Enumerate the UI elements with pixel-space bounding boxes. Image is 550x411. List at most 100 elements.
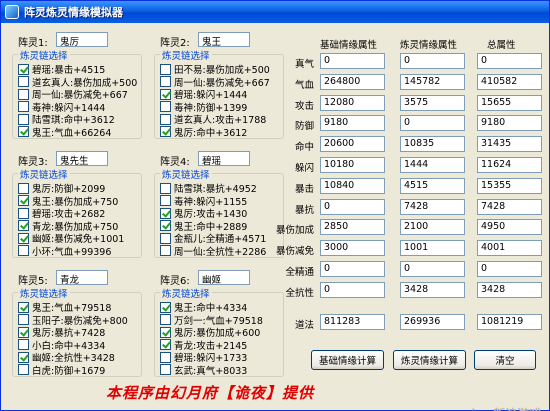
link-checkbox[interactable] xyxy=(18,245,29,256)
link-option[interactable]: 道玄真人:暴伤加成+500 xyxy=(18,76,137,89)
link-option[interactable]: 鬼厉:命中+3612 xyxy=(160,126,247,139)
stat-value-field[interactable]: 15355 xyxy=(477,177,542,194)
stat-value-field[interactable]: 0 xyxy=(477,261,542,277)
link-option[interactable]: 碧瑶:躲闪+1444 xyxy=(160,88,247,101)
link-checkbox[interactable] xyxy=(18,126,29,137)
stat-value-field[interactable]: 0 xyxy=(477,53,542,69)
link-checkbox[interactable] xyxy=(18,339,29,350)
link-checkbox[interactable] xyxy=(18,88,29,100)
stat-value-field[interactable]: 20600 xyxy=(320,136,385,153)
stat-value-field[interactable]: 10180 xyxy=(320,157,385,173)
link-option[interactable]: 幽姬:全抗性+3428 xyxy=(18,351,115,364)
spirit-name-input-6[interactable]: 幽姬 xyxy=(198,270,250,285)
stat-value-field[interactable]: 15655 xyxy=(477,94,542,111)
link-checkbox[interactable] xyxy=(160,339,171,350)
link-option[interactable]: 青龙:暴伤加成+750 xyxy=(18,220,118,233)
title-bar[interactable]: 阵灵炼灵情缘模拟器 xyxy=(1,1,549,23)
link-option[interactable]: 白虎:防御+1679 xyxy=(18,364,105,377)
link-checkbox[interactable] xyxy=(18,63,29,75)
link-option[interactable]: 幽姬:暴伤减免+1001 xyxy=(18,232,124,245)
stat-value-field[interactable]: 3428 xyxy=(477,281,542,298)
stat-value-field[interactable]: 2100 xyxy=(400,219,465,236)
link-checkbox[interactable] xyxy=(160,101,171,112)
stat-value-field[interactable]: 9180 xyxy=(320,115,385,132)
stat-value-field[interactable]: 0 xyxy=(320,261,385,277)
link-option[interactable]: 青龙:攻击+2145 xyxy=(160,339,247,352)
link-option[interactable]: 鬼王:气血+66264 xyxy=(18,126,111,139)
link-option[interactable]: 玄武:真气+8033 xyxy=(160,364,247,377)
link-checkbox[interactable] xyxy=(160,326,171,338)
link-checkbox[interactable] xyxy=(160,351,171,363)
link-checkbox[interactable] xyxy=(18,182,29,194)
stat-value-field[interactable]: 7428 xyxy=(400,198,465,215)
stat-value-field[interactable]: 0 xyxy=(400,53,465,69)
link-option[interactable]: 鬼厉:防御+2099 xyxy=(18,182,105,195)
spirit-name-input-1[interactable]: 鬼厉 xyxy=(56,32,108,47)
link-option[interactable]: 鬼厉:暴抗+7428 xyxy=(18,326,105,339)
link-checkbox[interactable] xyxy=(160,195,171,206)
link-option[interactable]: 道玄真人:攻击+1788 xyxy=(160,113,266,126)
link-checkbox[interactable] xyxy=(160,182,171,194)
link-option[interactable]: 碧瑶:暴击+4515 xyxy=(18,63,105,76)
link-checkbox[interactable] xyxy=(160,88,171,100)
stat-value-field[interactable]: 0 xyxy=(400,115,465,132)
link-checkbox[interactable] xyxy=(18,220,29,231)
stat-value-field[interactable]: 10835 xyxy=(400,136,465,153)
link-checkbox[interactable] xyxy=(18,207,29,219)
link-option[interactable]: 金瓶儿:全精通+4571 xyxy=(160,232,266,245)
link-option[interactable]: 碧瑶:躲闪+1733 xyxy=(160,351,247,364)
spirit-name-input-5[interactable]: 青龙 xyxy=(56,270,108,285)
daofa-value-field[interactable]: 269936 xyxy=(400,314,465,330)
link-option[interactable]: 鬼厉:暴伤加成+600 xyxy=(160,326,260,339)
link-checkbox[interactable] xyxy=(18,195,29,206)
link-checkbox[interactable] xyxy=(160,207,171,219)
stat-value-field[interactable]: 12080 xyxy=(320,94,385,111)
spirit-name-input-4[interactable]: 碧瑶 xyxy=(198,151,250,166)
link-checkbox[interactable] xyxy=(18,351,29,363)
link-option[interactable]: 万剑一:气血+79518 xyxy=(160,314,263,327)
stat-value-field[interactable]: 11624 xyxy=(477,157,542,173)
stat-value-field[interactable]: 410582 xyxy=(477,73,542,90)
link-option[interactable]: 鬼王:暴伤加成+750 xyxy=(18,195,118,208)
stat-value-field[interactable]: 31435 xyxy=(477,136,542,153)
daofa-value-field[interactable]: 811283 xyxy=(320,314,385,330)
basic-calc-button[interactable]: 基础情缘计算 xyxy=(311,350,384,370)
stat-value-field[interactable]: 10840 xyxy=(320,177,385,194)
link-checkbox[interactable] xyxy=(18,364,29,375)
link-checkbox[interactable] xyxy=(160,126,171,137)
link-option[interactable]: 玉阳子:暴伤减免+800 xyxy=(18,314,128,327)
link-option[interactable]: 小环:气血+99396 xyxy=(18,245,111,258)
stat-value-field[interactable]: 4515 xyxy=(400,177,465,194)
stat-value-field[interactable]: 0 xyxy=(320,281,385,298)
link-option[interactable]: 碧瑶:攻击+2682 xyxy=(18,207,105,220)
stat-value-field[interactable]: 1444 xyxy=(400,157,465,173)
link-option[interactable]: 毒神:躲闪+1155 xyxy=(160,195,247,208)
link-checkbox[interactable] xyxy=(18,314,29,325)
link-option[interactable]: 田不易:暴伤加成+500 xyxy=(160,63,270,76)
link-checkbox[interactable] xyxy=(160,245,171,256)
link-checkbox[interactable] xyxy=(18,232,29,244)
link-checkbox[interactable] xyxy=(18,101,29,112)
link-option[interactable]: 鬼厉:攻击+1430 xyxy=(160,207,247,220)
link-checkbox[interactable] xyxy=(18,76,29,87)
link-option[interactable]: 鬼王:命中+4334 xyxy=(160,301,247,314)
stat-value-field[interactable]: 0 xyxy=(320,198,385,215)
link-checkbox[interactable] xyxy=(160,314,171,325)
link-checkbox[interactable] xyxy=(160,76,171,87)
link-option[interactable]: 周一仙:暴伤减免+667 xyxy=(18,88,128,101)
stat-value-field[interactable]: 0 xyxy=(320,53,385,69)
link-option[interactable]: 毒神:防御+1399 xyxy=(160,101,247,114)
link-option[interactable]: 小白:命中+4334 xyxy=(18,339,105,352)
stat-value-field[interactable]: 4001 xyxy=(477,240,542,257)
link-checkbox[interactable] xyxy=(18,326,29,338)
link-checkbox[interactable] xyxy=(160,220,171,231)
stat-value-field[interactable]: 4950 xyxy=(477,219,542,236)
daofa-value-field[interactable]: 1081219 xyxy=(477,314,542,330)
stat-value-field[interactable]: 264800 xyxy=(320,73,385,90)
lianling-calc-button[interactable]: 炼灵情缘计算 xyxy=(393,350,466,370)
link-checkbox[interactable] xyxy=(160,113,171,125)
stat-value-field[interactable]: 145782 xyxy=(400,73,465,90)
stat-value-field[interactable]: 2850 xyxy=(320,219,385,236)
stat-value-field[interactable]: 3428 xyxy=(400,281,465,298)
link-checkbox[interactable] xyxy=(160,301,171,313)
